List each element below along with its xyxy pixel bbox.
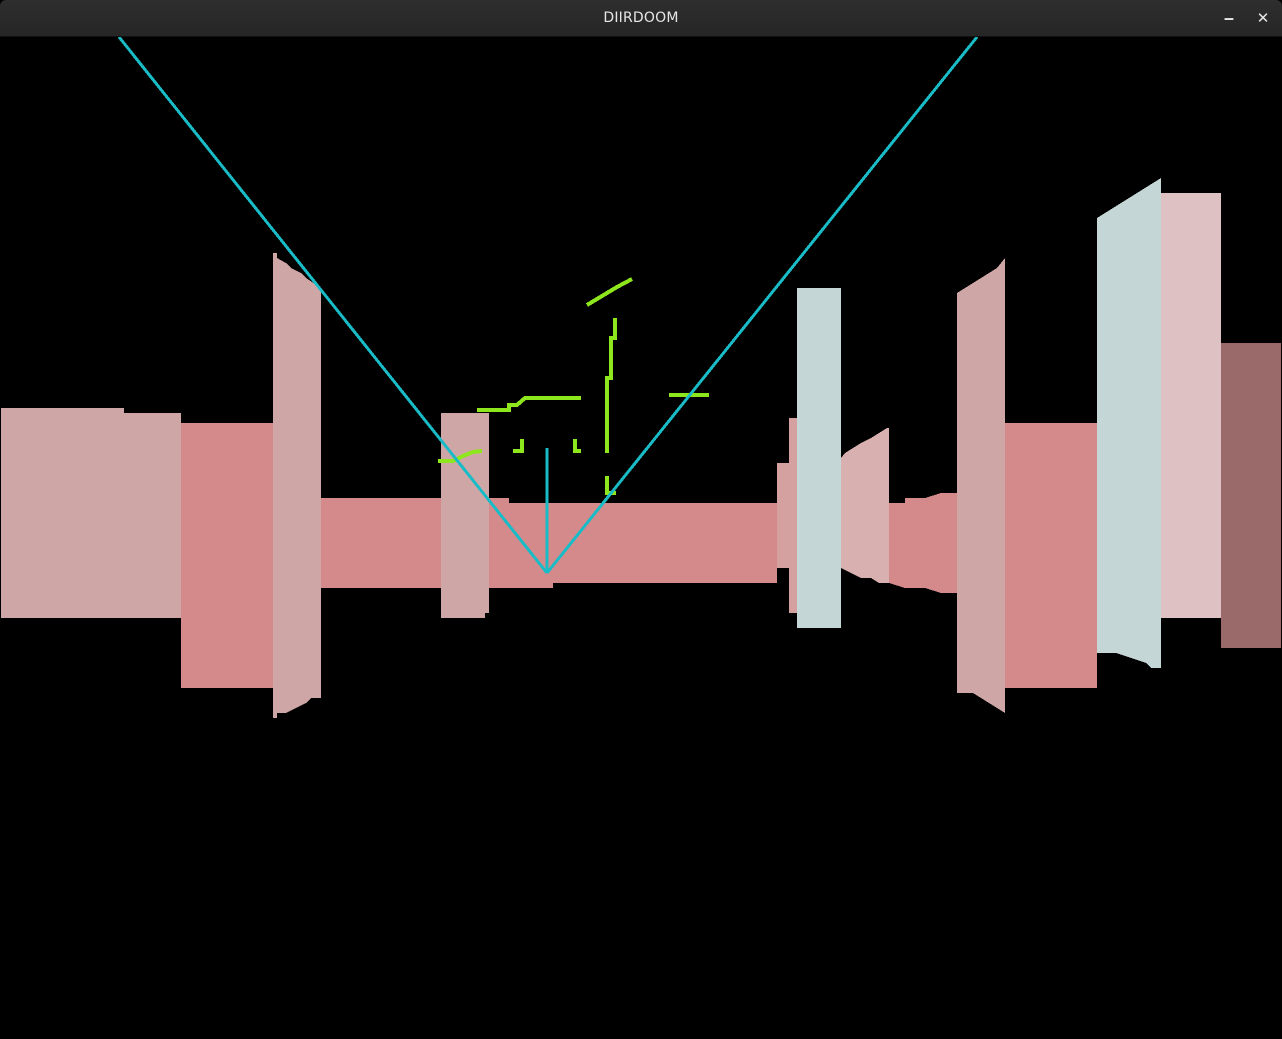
wall-layer [1,178,1281,718]
minimap-line [513,439,524,453]
close-button[interactable]: ✕ [1251,6,1275,30]
wall-segment [1,408,181,618]
wall-segment [797,288,841,628]
title-bar[interactable]: DIIRDOOM ‒ ✕ [0,0,1282,37]
wall-segment [1221,343,1281,648]
wall-segment [441,413,489,618]
fov-right-ray [545,37,979,574]
wall-segment [1161,193,1221,618]
wall-segment [841,428,889,583]
window-title: DIIRDOOM [603,10,679,26]
minimize-button[interactable]: ‒ [1217,6,1241,30]
minimap-line [477,396,581,412]
wall-segment [1097,178,1161,668]
wall-segment [1005,423,1097,688]
minimap-line [573,439,581,453]
wall-segment [489,498,777,588]
wall-segment [957,258,1005,713]
wall-segment [181,423,274,688]
wall-segment [777,418,797,613]
minimap-line [605,318,617,453]
wall-segment [321,498,442,588]
rendered-scene [1,37,1281,718]
minimap-line [585,277,633,307]
wall-segment [273,253,321,718]
close-icon: ✕ [1256,9,1270,27]
game-window: DIIRDOOM ‒ ✕ [0,0,1282,1039]
game-viewport[interactable] [1,37,1281,1039]
wall-segment [889,493,957,593]
minimize-icon: ‒ [1223,9,1235,27]
